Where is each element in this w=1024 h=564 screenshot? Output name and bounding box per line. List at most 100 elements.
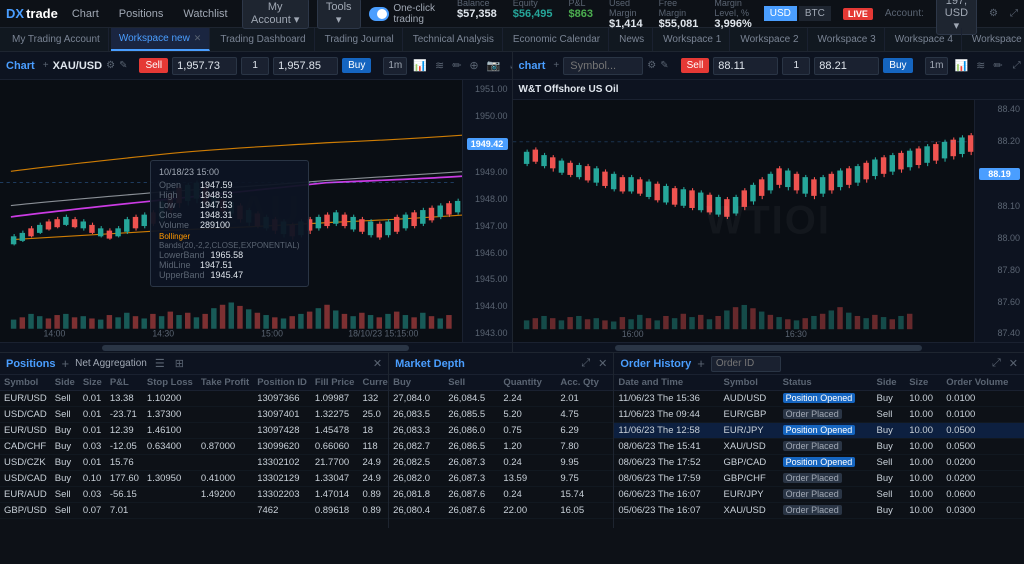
svg-text:15:00: 15:00 — [261, 329, 283, 339]
nav-watchlist[interactable]: Watchlist — [177, 8, 233, 20]
cell-sell: 26,085.5 — [444, 407, 499, 423]
used-margin-item: Used Margin $1,414 — [609, 0, 643, 30]
buy-price-left[interactable] — [273, 57, 338, 75]
cell-acc: 2.01 — [556, 391, 613, 407]
symbol-settings-icon[interactable]: ⚙ — [647, 60, 656, 71]
toggle-control[interactable] — [369, 7, 390, 21]
cell-sell: 26,087.3 — [444, 455, 499, 471]
buy-button-right[interactable]: Buy — [883, 58, 912, 73]
indicators-icon-r[interactable]: ≋ — [974, 59, 987, 72]
positions-list-icon[interactable]: ☰ — [153, 357, 167, 370]
table-row: 26,083.5 26,085.5 5.20 4.75 — [389, 407, 613, 423]
sell-price-left[interactable] — [172, 57, 237, 75]
nav-positions[interactable]: Positions — [113, 8, 170, 20]
chart-edit-icon[interactable]: ✎ — [119, 60, 127, 71]
cell-pnl: -56.15 — [106, 487, 143, 503]
cell-size: 0.01 — [79, 391, 106, 407]
cell-buy: 27,084.0 — [389, 391, 444, 407]
cell-fill: 1.33047 — [311, 471, 359, 487]
ws-tab-workspace5[interactable]: Workspace 5 — [964, 28, 1024, 51]
plus-icon-left[interactable]: + — [43, 60, 49, 71]
symbol-edit-icon[interactable]: ✎ — [660, 60, 668, 71]
ws-tab-workspace2[interactable]: Workspace 2 — [732, 28, 807, 51]
chart-type-icon[interactable]: 📊 — [411, 59, 429, 72]
screenshot-icon[interactable]: 📷 — [485, 59, 503, 72]
depth-table-scroll[interactable]: Buy Sell Quantity Acc. Qty 27,084.0 26,0… — [389, 375, 613, 528]
cell-tp — [197, 503, 253, 519]
cell-id: 13097428 — [253, 423, 311, 439]
ws-tab-workspace3[interactable]: Workspace 3 — [810, 28, 885, 51]
sell-button-right[interactable]: Sell — [681, 58, 710, 73]
drawing-icon[interactable]: ✏ — [450, 59, 463, 72]
price-tick-r: 88.10 — [979, 201, 1020, 211]
chart-settings-icon[interactable]: ⚙ — [106, 60, 115, 71]
depth-expand-icon[interactable]: ⤢ — [579, 357, 592, 370]
nav-chart[interactable]: Chart — [66, 8, 105, 20]
cell-size: 10.00 — [905, 487, 942, 503]
table-row: 08/06/23 The 15:41 XAU/USD Order Placed … — [614, 439, 1024, 455]
cell-dt: 08/06/23 The 15:41 — [614, 439, 719, 455]
sell-price-right[interactable] — [713, 57, 778, 75]
tools-button[interactable]: Tools ▾ — [317, 0, 361, 29]
ws-tab-technical-analysis[interactable]: Technical Analysis — [405, 28, 503, 51]
buy-button-left[interactable]: Buy — [342, 58, 371, 73]
depth-close-button[interactable]: ✕ — [598, 357, 607, 370]
chart-scrollbar-right[interactable] — [513, 342, 1024, 352]
positions-grid-icon[interactable]: ⊞ — [173, 357, 186, 370]
ws-tab-workspace-new[interactable]: Workspace new ✕ — [111, 28, 211, 51]
magnet-icon[interactable]: ⊕ — [467, 59, 480, 72]
cell-symbol: EUR/JPY — [720, 423, 779, 439]
cell-id: 13097401 — [253, 407, 311, 423]
ws-tab-workspace4[interactable]: Workspace 4 — [887, 28, 962, 51]
close-icon[interactable]: ✕ — [194, 33, 202, 44]
drawing-icon-r[interactable]: ✏ — [991, 59, 1004, 72]
table-row: 08/06/23 The 17:59 GBP/CHF Order Placed … — [614, 471, 1024, 487]
chart-type-icon-r[interactable]: 📊 — [952, 59, 970, 72]
cell-id: 13097366 — [253, 391, 311, 407]
ws-tab-my-trading[interactable]: My Trading Account — [4, 28, 109, 51]
one-click-toggle[interactable]: One-click trading — [369, 3, 449, 25]
settings-icon[interactable]: ⚙ — [989, 8, 998, 19]
cell-side: Buy — [873, 471, 906, 487]
timeframe-right[interactable]: 1m — [925, 57, 949, 75]
orders-table-scroll[interactable]: Date and Time Symbol Status Side Size Or… — [614, 375, 1024, 528]
my-account-button[interactable]: My Account ▾ — [242, 0, 309, 29]
sell-button-left[interactable]: Sell — [139, 58, 168, 73]
pnl-item: P&L $863 — [569, 0, 593, 30]
symbol-search-right[interactable] — [563, 57, 643, 75]
order-id-search[interactable] — [711, 356, 781, 372]
cell-size: 0.01 — [79, 407, 106, 423]
ws-tab-trading-journal[interactable]: Trading Journal — [317, 28, 403, 51]
expand-icon[interactable]: ⤢ — [1010, 8, 1018, 19]
btc-button[interactable]: BTC — [799, 6, 831, 21]
fullscreen-icon-right[interactable]: ⤢ — [1013, 60, 1021, 71]
cell-id: 13302102 — [253, 455, 311, 471]
orders-add-button[interactable]: + — [697, 356, 705, 371]
plus-icon-right[interactable]: + — [553, 60, 559, 71]
qty-input-right[interactable] — [782, 57, 810, 75]
cell-status: Position Opened — [779, 423, 873, 439]
qty-input-left[interactable] — [241, 57, 269, 75]
usd-button[interactable]: USD — [764, 6, 797, 21]
chart-scrollbar-left[interactable] — [0, 342, 512, 352]
positions-add-button[interactable]: + — [62, 356, 70, 371]
cell-pnl: 177.60 — [106, 471, 143, 487]
cell-buy: 26,082.0 — [389, 471, 444, 487]
ws-tab-trading-dashboard[interactable]: Trading Dashboard — [212, 28, 314, 51]
cell-acc: 16.05 — [556, 503, 613, 519]
cell-side: Buy — [873, 391, 906, 407]
ws-tab-workspace1[interactable]: Workspace 1 — [655, 28, 730, 51]
indicators-icon[interactable]: ≋ — [433, 59, 446, 72]
orders-close-button[interactable]: ✕ — [1009, 357, 1018, 370]
scrollbar-thumb-right[interactable] — [615, 345, 922, 351]
timeframe-left[interactable]: 1m — [383, 57, 407, 75]
orders-expand-icon[interactable]: ⤢ — [990, 357, 1003, 370]
ws-tab-news[interactable]: News — [611, 28, 653, 51]
ws-tab-economic-calendar[interactable]: Economic Calendar — [505, 28, 609, 51]
buy-price-right[interactable] — [814, 57, 879, 75]
scrollbar-thumb-left[interactable] — [102, 345, 409, 351]
positions-close-button[interactable]: ✕ — [373, 357, 382, 370]
bottom-panels: Positions + Net Aggregation ☰ ⊞ ✕ Symbol… — [0, 353, 1024, 528]
equity-label: Equity — [513, 0, 553, 8]
positions-table-scroll[interactable]: Symbol Side Size P&L Stop Loss Take Prof… — [0, 375, 388, 528]
